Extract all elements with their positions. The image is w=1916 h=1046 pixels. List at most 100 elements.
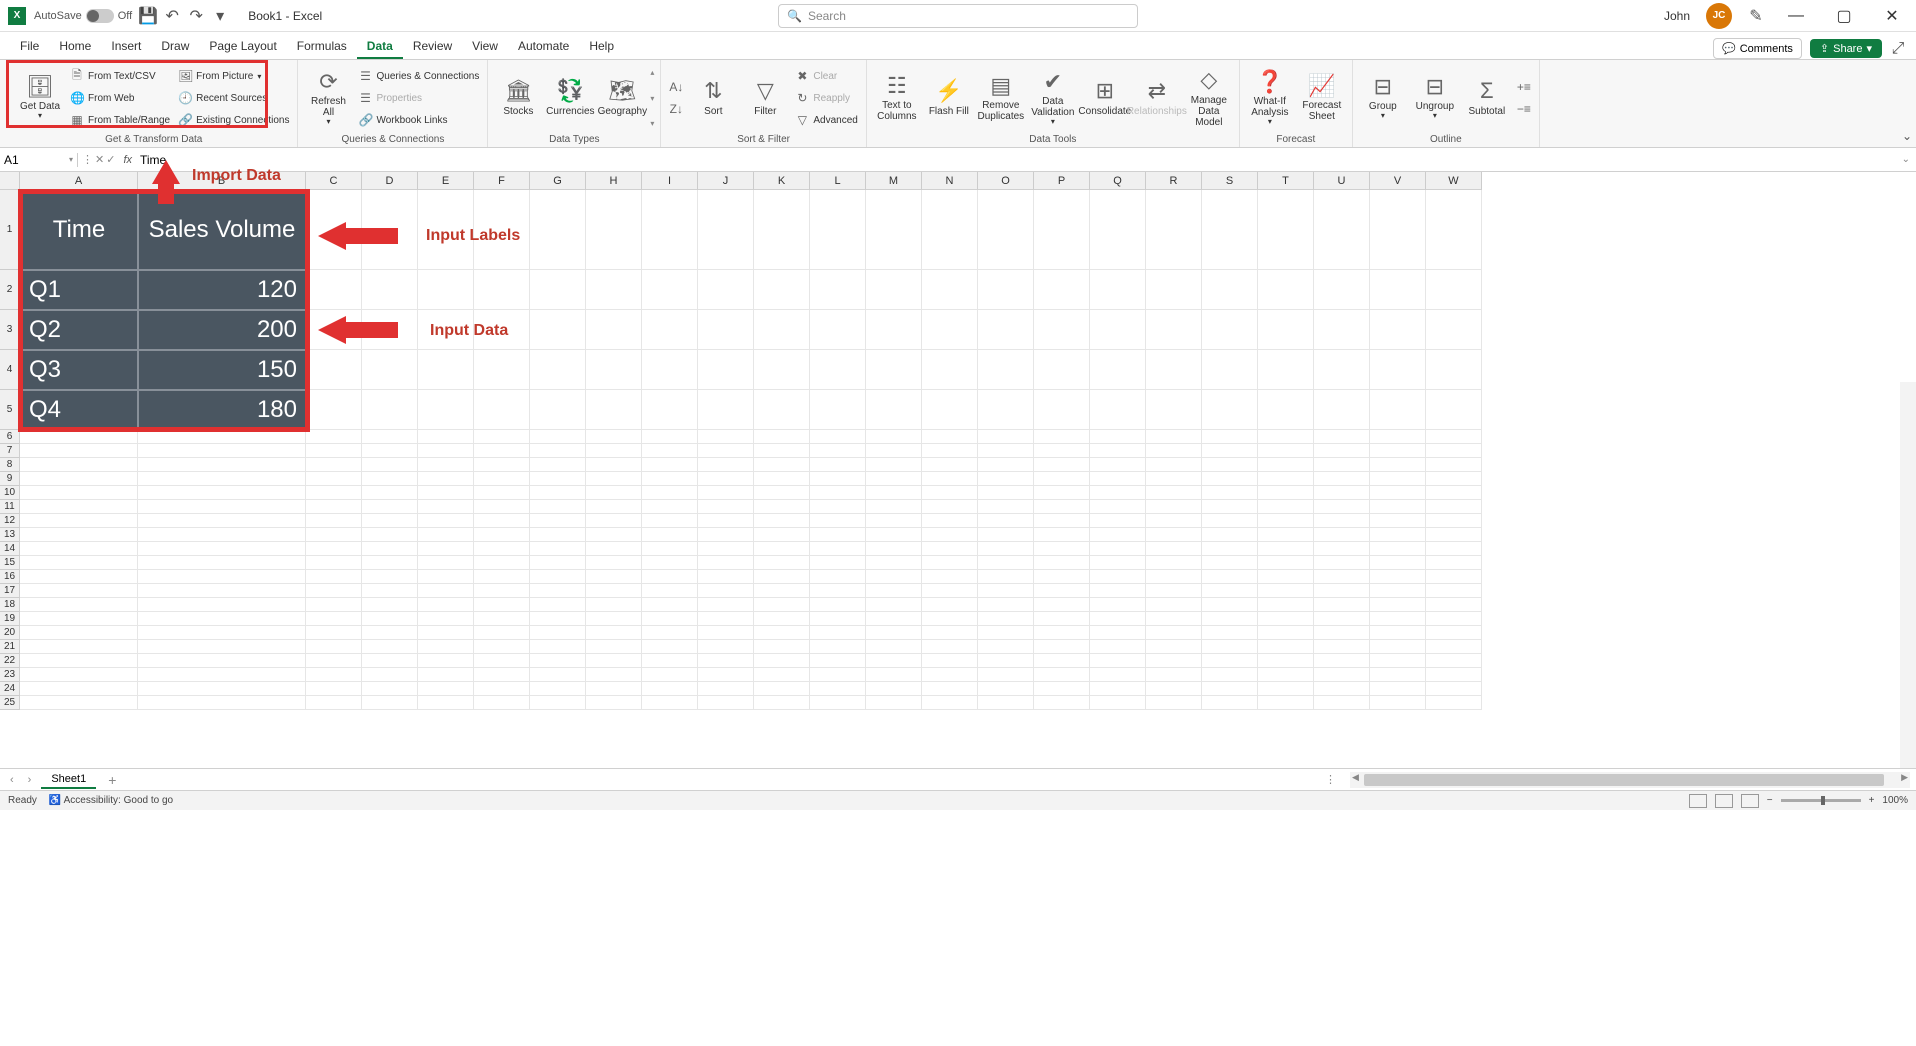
row-header-3[interactable]: 3	[0, 310, 20, 350]
cell-Q15[interactable]	[1090, 556, 1146, 570]
cell-L7[interactable]	[810, 444, 866, 458]
cell-F17[interactable]	[474, 584, 530, 598]
cell-W22[interactable]	[1426, 654, 1482, 668]
cell-A17[interactable]	[20, 584, 138, 598]
cell-L21[interactable]	[810, 640, 866, 654]
cell-T23[interactable]	[1258, 668, 1314, 682]
cell-C19[interactable]	[306, 612, 362, 626]
cell-B13[interactable]	[138, 528, 306, 542]
cell-D17[interactable]	[362, 584, 418, 598]
cell-C4[interactable]	[306, 350, 362, 390]
cell-G16[interactable]	[530, 570, 586, 584]
cell-N22[interactable]	[922, 654, 978, 668]
cell-P25[interactable]	[1034, 696, 1090, 710]
cell-L5[interactable]	[810, 390, 866, 430]
cell-M22[interactable]	[866, 654, 922, 668]
column-header-K[interactable]: K	[754, 172, 810, 190]
cell-V3[interactable]	[1370, 310, 1426, 350]
cell-E24[interactable]	[418, 682, 474, 696]
cell-U18[interactable]	[1314, 598, 1370, 612]
cell-Q17[interactable]	[1090, 584, 1146, 598]
cell-I19[interactable]	[642, 612, 698, 626]
tab-file[interactable]: File	[10, 35, 49, 59]
column-header-S[interactable]: S	[1202, 172, 1258, 190]
cell-U25[interactable]	[1314, 696, 1370, 710]
cell-H24[interactable]	[586, 682, 642, 696]
cell-S24[interactable]	[1202, 682, 1258, 696]
data-validation-button[interactable]: ✔Data Validation▾	[1029, 66, 1077, 130]
cell-J2[interactable]	[698, 270, 754, 310]
cell-F2[interactable]	[474, 270, 530, 310]
cell-V13[interactable]	[1370, 528, 1426, 542]
cell-I7[interactable]	[642, 444, 698, 458]
cell-H23[interactable]	[586, 668, 642, 682]
cell-M9[interactable]	[866, 472, 922, 486]
cell-Q7[interactable]	[1090, 444, 1146, 458]
cell-G20[interactable]	[530, 626, 586, 640]
cell-O3[interactable]	[978, 310, 1034, 350]
cell-A22[interactable]	[20, 654, 138, 668]
cell-R1[interactable]	[1146, 190, 1202, 270]
cell-F22[interactable]	[474, 654, 530, 668]
cell-F24[interactable]	[474, 682, 530, 696]
cell-U7[interactable]	[1314, 444, 1370, 458]
cell-J3[interactable]	[698, 310, 754, 350]
cell-O24[interactable]	[978, 682, 1034, 696]
table-header-0[interactable]: Time	[20, 190, 138, 270]
cell-S11[interactable]	[1202, 500, 1258, 514]
cell-E21[interactable]	[418, 640, 474, 654]
cell-U22[interactable]	[1314, 654, 1370, 668]
cell-I16[interactable]	[642, 570, 698, 584]
cell-L17[interactable]	[810, 584, 866, 598]
row-header-13[interactable]: 13	[0, 528, 20, 542]
cell-D19[interactable]	[362, 612, 418, 626]
cell-B17[interactable]	[138, 584, 306, 598]
cell-W2[interactable]	[1426, 270, 1482, 310]
cell-V18[interactable]	[1370, 598, 1426, 612]
zoom-level[interactable]: 100%	[1882, 795, 1908, 806]
tab-formulas[interactable]: Formulas	[287, 35, 357, 59]
cell-R11[interactable]	[1146, 500, 1202, 514]
cell-C16[interactable]	[306, 570, 362, 584]
chevron-down-icon[interactable]: ▾	[69, 155, 73, 164]
cell-G24[interactable]	[530, 682, 586, 696]
cell-Q22[interactable]	[1090, 654, 1146, 668]
cell-B16[interactable]	[138, 570, 306, 584]
cell-K7[interactable]	[754, 444, 810, 458]
cell-J5[interactable]	[698, 390, 754, 430]
cell-U19[interactable]	[1314, 612, 1370, 626]
tab-automate[interactable]: Automate	[508, 35, 579, 59]
cell-W24[interactable]	[1426, 682, 1482, 696]
cell-N10[interactable]	[922, 486, 978, 500]
cell-D16[interactable]	[362, 570, 418, 584]
filter-button[interactable]: ▽Filter	[741, 66, 789, 130]
cell-P15[interactable]	[1034, 556, 1090, 570]
mode-icon[interactable]: ⤢	[1890, 41, 1906, 57]
cell-R16[interactable]	[1146, 570, 1202, 584]
cell-N6[interactable]	[922, 430, 978, 444]
cell-S20[interactable]	[1202, 626, 1258, 640]
cell-D6[interactable]	[362, 430, 418, 444]
cell-W12[interactable]	[1426, 514, 1482, 528]
cell-Q16[interactable]	[1090, 570, 1146, 584]
cell-U13[interactable]	[1314, 528, 1370, 542]
cell-B7[interactable]	[138, 444, 306, 458]
cell-J8[interactable]	[698, 458, 754, 472]
cell-L8[interactable]	[810, 458, 866, 472]
cell-O20[interactable]	[978, 626, 1034, 640]
cell-A9[interactable]	[20, 472, 138, 486]
what-if-button[interactable]: ❓What-If Analysis▾	[1246, 66, 1294, 130]
column-header-L[interactable]: L	[810, 172, 866, 190]
cell-U4[interactable]	[1314, 350, 1370, 390]
cell-D25[interactable]	[362, 696, 418, 710]
cell-C9[interactable]	[306, 472, 362, 486]
cell-N4[interactable]	[922, 350, 978, 390]
cell-E11[interactable]	[418, 500, 474, 514]
cell-H18[interactable]	[586, 598, 642, 612]
cell-W8[interactable]	[1426, 458, 1482, 472]
cell-P4[interactable]	[1034, 350, 1090, 390]
cell-S5[interactable]	[1202, 390, 1258, 430]
cell-T20[interactable]	[1258, 626, 1314, 640]
cell-B10[interactable]	[138, 486, 306, 500]
row-header-20[interactable]: 20	[0, 626, 20, 640]
